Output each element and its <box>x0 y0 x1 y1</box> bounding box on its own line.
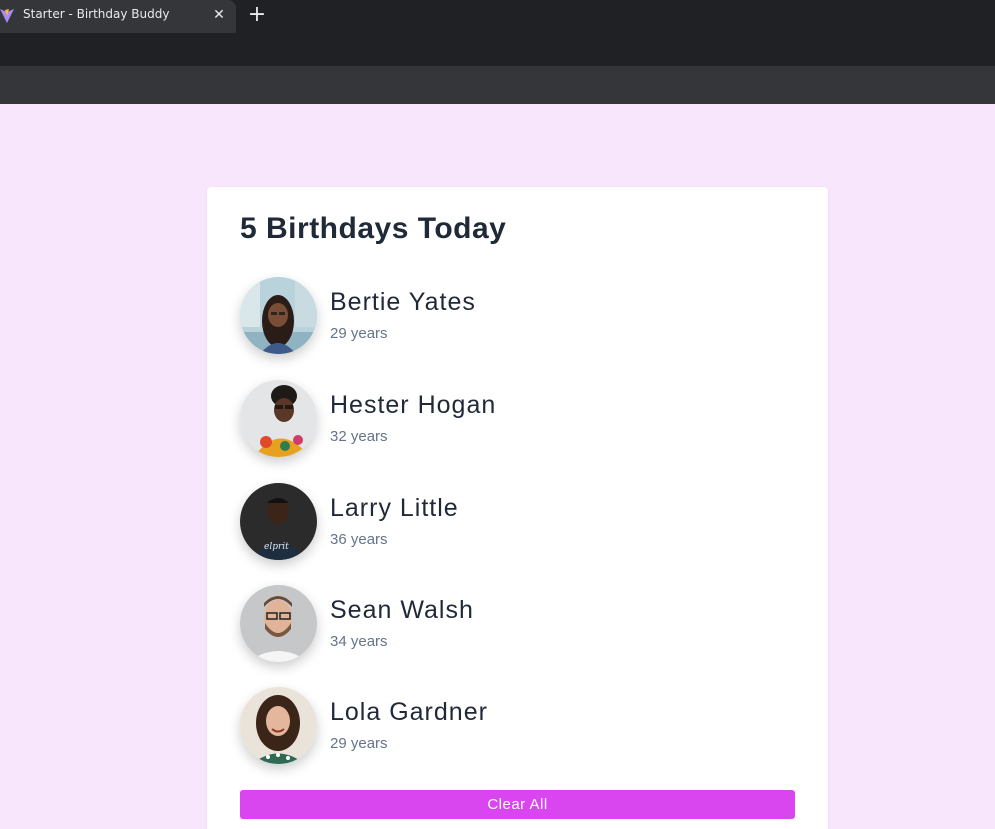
person-age: 32 years <box>330 428 388 445</box>
tab-title: Starter - Birthday Buddy <box>23 7 170 21</box>
browser-tab-strip: Starter - Birthday Buddy ✕ + <box>0 0 995 33</box>
woman-curly-hair-avatar <box>240 687 317 764</box>
person-name: Hester Hogan <box>330 391 497 419</box>
page-title: 5 Birthdays Today <box>240 212 507 245</box>
list-item: Hester Hogan 32 years <box>240 380 800 460</box>
person-name: Larry Little <box>330 494 459 522</box>
list-item: Lola Gardner 29 years <box>240 687 800 767</box>
person-age: 34 years <box>330 633 388 650</box>
list-item: Bertie Yates 29 years <box>240 277 800 357</box>
person-age: 29 years <box>330 735 388 752</box>
person-name: Sean Walsh <box>330 596 474 624</box>
woman-glasses-floral-avatar <box>240 380 317 457</box>
person-name: Lola Gardner <box>330 698 488 726</box>
birthday-card: 5 Birthdays Today Bertie Yates 29 years <box>207 187 828 829</box>
clear-all-button[interactable]: Clear All <box>240 790 795 819</box>
person-age: 29 years <box>330 325 388 342</box>
person-name: Bertie Yates <box>330 288 476 316</box>
list-item: Sean Walsh 34 years <box>240 585 800 665</box>
person-age: 36 years <box>330 531 388 548</box>
man-glasses-beard-avatar <box>240 585 317 662</box>
browser-tab[interactable]: Starter - Birthday Buddy ✕ <box>0 0 236 33</box>
new-tab-icon[interactable]: + <box>247 3 267 27</box>
close-tab-icon[interactable]: ✕ <box>211 5 227 25</box>
browser-toolbar <box>0 33 995 66</box>
vite-favicon-icon <box>0 8 14 24</box>
bookmarks-bar <box>0 66 995 104</box>
svg-text:elprit: elprit <box>264 542 289 552</box>
list-item: elprit Larry Little 36 years <box>240 483 800 563</box>
woman-glasses-city-avatar <box>240 277 317 354</box>
man-dark-shirt-avatar: elprit <box>240 483 317 560</box>
